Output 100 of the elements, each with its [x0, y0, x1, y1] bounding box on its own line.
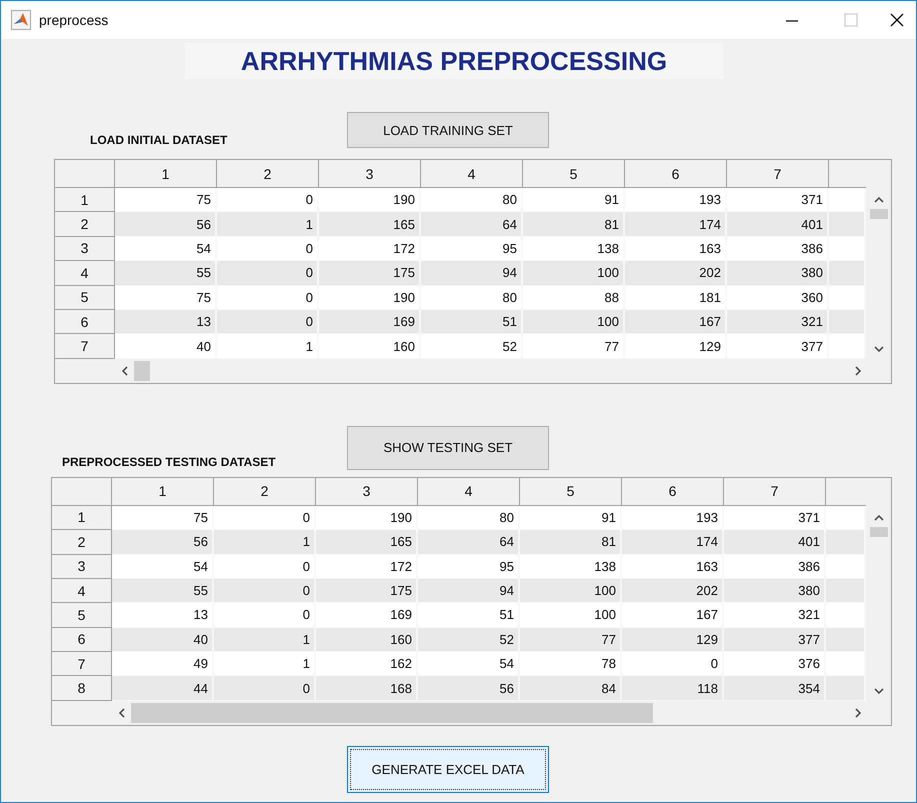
column-header: 4 — [418, 478, 520, 506]
table-cell: 1 — [214, 530, 316, 555]
row-header: 4 — [52, 578, 112, 604]
window-title: preprocess — [39, 12, 108, 28]
row-header: 6 — [55, 310, 115, 334]
table-cell: 376 — [724, 652, 826, 676]
table-cell: 181 — [625, 286, 727, 310]
table-cell: 55 — [112, 578, 214, 604]
table-cell: 77 — [520, 628, 622, 652]
table-cell: 0 — [217, 188, 319, 212]
table-cell: 51 — [418, 603, 520, 628]
row-header: 4 — [55, 261, 115, 286]
action-button[interactable]: SHOW TESTING SET — [347, 426, 549, 470]
table-cell: 0 — [214, 554, 316, 579]
table-cell: 371 — [724, 506, 826, 530]
generate-button[interactable]: GENERATE EXCEL DATA — [347, 746, 549, 793]
table-cell: 75 — [115, 188, 217, 212]
table-cell: 91 — [523, 188, 625, 212]
row-header: 2 — [55, 212, 115, 237]
table-cell: 377 — [727, 334, 829, 359]
table-cell: 354 — [724, 676, 826, 701]
table-cell: 160 — [319, 334, 421, 359]
table-cell: 380 — [724, 578, 826, 604]
table-cell: 175 — [316, 578, 418, 604]
table-cell: 190 — [316, 506, 418, 530]
row-header: 5 — [55, 286, 115, 310]
table-cell: 168 — [316, 676, 418, 701]
table-cell: 80 — [421, 286, 523, 310]
table-cell: 202 — [625, 261, 727, 286]
table-cell: 167 — [622, 603, 724, 628]
column-header: 1 — [112, 478, 214, 506]
close-icon[interactable] — [890, 13, 904, 27]
table-cell: 49 — [112, 652, 214, 676]
scroll-up-icon[interactable] — [874, 514, 884, 521]
table-cell: 386 — [727, 236, 829, 262]
scroll-right-icon[interactable] — [855, 366, 862, 376]
table-cell: 95 — [418, 554, 520, 579]
table-cell: 95 — [421, 236, 523, 262]
table-cell: 100 — [520, 603, 622, 628]
table-cell: 40 — [115, 334, 217, 359]
table-cell: 190 — [319, 286, 421, 310]
table-cell: 162 — [316, 652, 418, 676]
scrollbar-thumb[interactable] — [131, 702, 653, 723]
table-cell: 84 — [520, 676, 622, 701]
section-label: LOAD INITIAL DATASET — [89, 133, 228, 148]
column-header: 2 — [214, 478, 316, 506]
table-cell: 169 — [319, 310, 421, 334]
table-cell: 77 — [523, 334, 625, 359]
table-cell: 163 — [622, 554, 724, 579]
table-cell: 54 — [112, 554, 214, 579]
table-cell: 165 — [319, 212, 421, 237]
scroll-up-icon[interactable] — [874, 196, 884, 203]
table-cell: 380 — [727, 261, 829, 286]
scroll-left-icon[interactable] — [118, 708, 125, 718]
table-cell: 40 — [112, 628, 214, 652]
table-cell: 202 — [622, 578, 724, 604]
table-cell: 321 — [724, 603, 826, 628]
table-cell: 81 — [520, 530, 622, 555]
table-cell: 193 — [622, 506, 724, 530]
table-cell: 64 — [418, 530, 520, 555]
app-heading: ARRHYTHMIAS PREPROCESSING — [185, 43, 723, 79]
table-cell: 163 — [625, 236, 727, 262]
table-cell: 100 — [520, 578, 622, 604]
table-cell: 54 — [418, 652, 520, 676]
table-cell: 75 — [112, 506, 214, 530]
row-header: 1 — [55, 188, 115, 212]
table-cell: 193 — [625, 188, 727, 212]
table-cell: 51 — [421, 310, 523, 334]
table-cell: 54 — [115, 236, 217, 262]
table-cell: 56 — [112, 530, 214, 555]
scroll-right-icon[interactable] — [855, 708, 862, 718]
scrollbar-thumb[interactable] — [134, 360, 150, 381]
column-header: 2 — [217, 160, 319, 188]
scrollbar-thumb[interactable] — [870, 526, 888, 537]
table-cell: 371 — [727, 188, 829, 212]
table-cell: 0 — [217, 310, 319, 334]
table-cell: 1 — [217, 212, 319, 237]
action-button[interactable]: LOAD TRAINING SET — [347, 112, 549, 148]
table-cell: 165 — [316, 530, 418, 555]
table-cell: 81 — [523, 212, 625, 237]
table-cell: 172 — [319, 236, 421, 262]
scroll-down-icon[interactable] — [874, 688, 884, 695]
table-cell: 44 — [112, 676, 214, 701]
table-cell: 0 — [214, 603, 316, 628]
table-cell: 175 — [319, 261, 421, 286]
row-header: 3 — [55, 236, 115, 262]
table-cell: 1 — [217, 334, 319, 359]
table-cell: 80 — [421, 188, 523, 212]
app-icon — [11, 10, 31, 30]
scrollbar-thumb[interactable] — [870, 209, 888, 219]
table-cell: 129 — [625, 334, 727, 359]
column-header: 3 — [319, 160, 421, 188]
table-cell: 88 — [523, 286, 625, 310]
scroll-left-icon[interactable] — [121, 366, 128, 376]
table-cell: 138 — [523, 236, 625, 262]
scroll-down-icon[interactable] — [874, 346, 884, 353]
table-cell: 52 — [418, 628, 520, 652]
table-cell: 91 — [520, 506, 622, 530]
table-cell: 138 — [520, 554, 622, 579]
table-cell: 1 — [214, 652, 316, 676]
